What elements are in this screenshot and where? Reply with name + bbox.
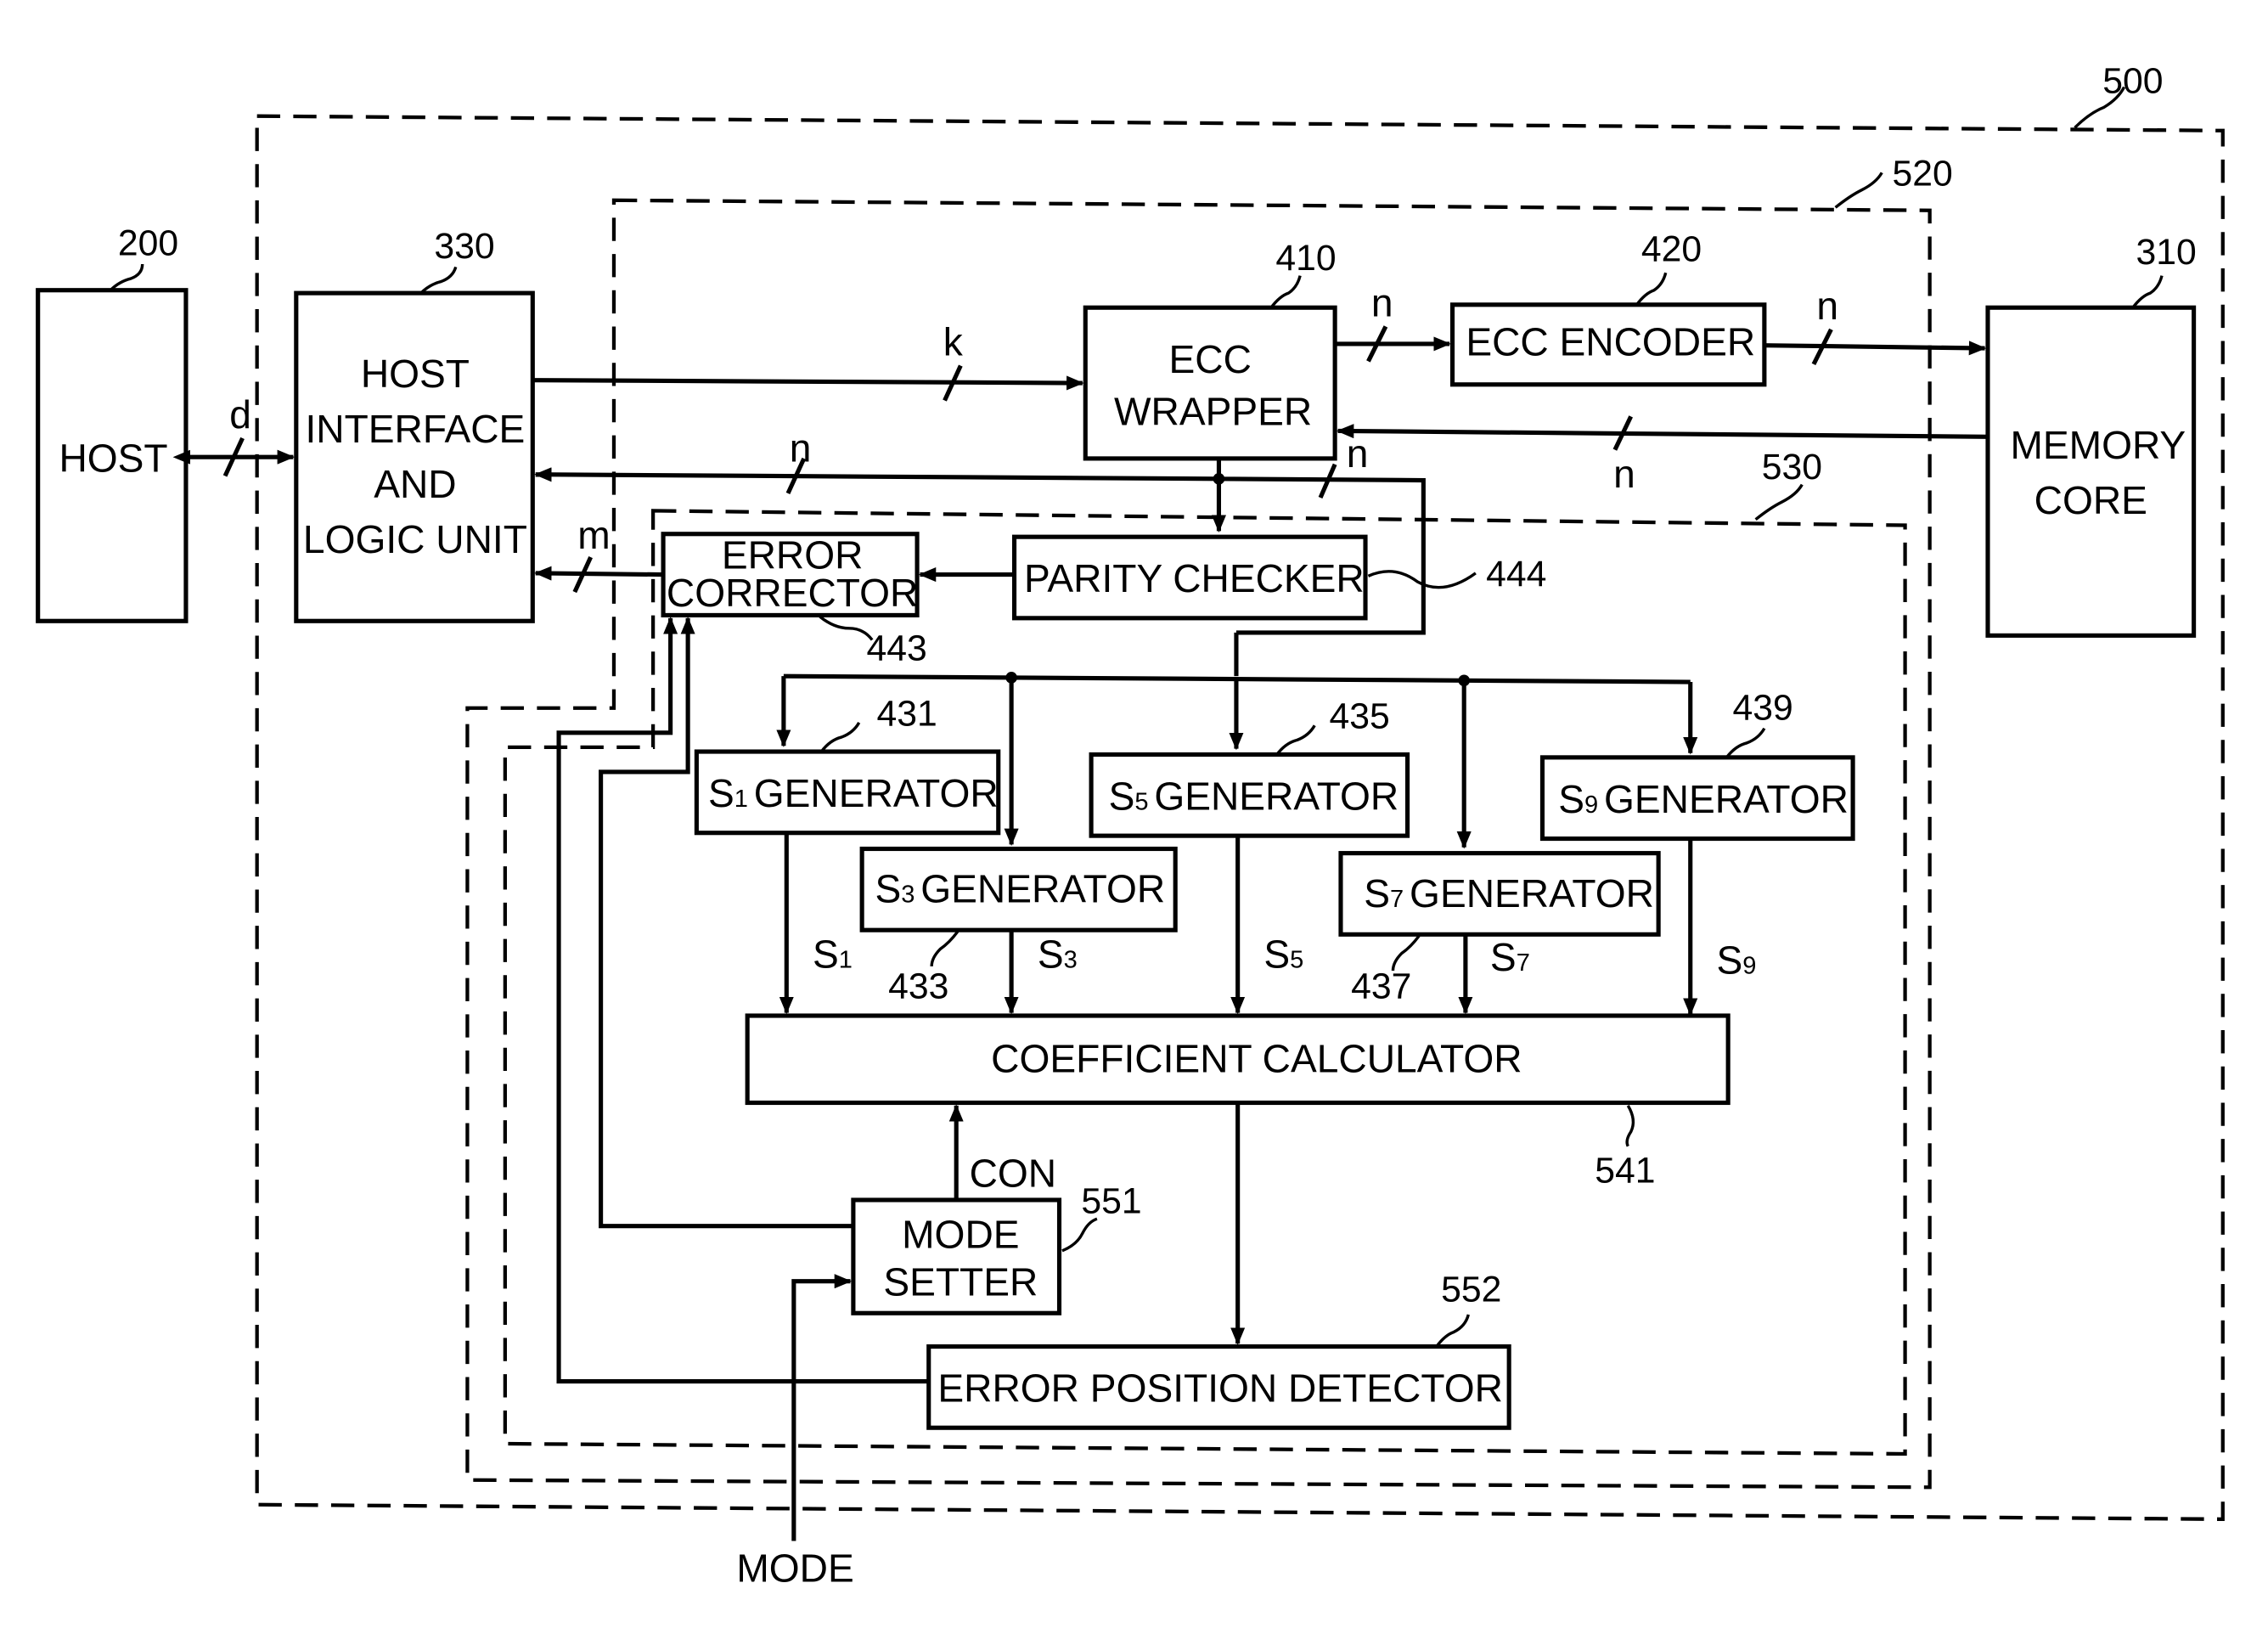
s3-sym: S xyxy=(875,867,902,911)
ecc-wrapper-line-1: ECC xyxy=(1169,337,1252,381)
ref-410: 410 xyxy=(1275,238,1336,279)
con-label: CON xyxy=(970,1152,1057,1196)
ref-200: 200 xyxy=(118,223,178,264)
s3-label: GENERATOR xyxy=(920,867,1165,911)
host-interface-line-1: HOST xyxy=(361,352,470,396)
s1-label: GENERATOR xyxy=(754,771,999,815)
svg-text:S3: S3 xyxy=(1038,932,1078,977)
bus-k-label: k xyxy=(943,320,964,364)
mode-setter-line-1: MODE xyxy=(902,1212,1019,1256)
ref-551: 551 xyxy=(1081,1180,1141,1221)
ref-437: 437 xyxy=(1351,966,1411,1006)
host-interface-line-3: AND xyxy=(374,462,456,506)
ref-431: 431 xyxy=(876,693,937,734)
coefficient-calculator-label: COEFFICIENT CALCULATOR xyxy=(991,1037,1522,1081)
error-position-detector-label: ERROR POSITION DETECTOR xyxy=(937,1366,1502,1410)
ref-439: 439 xyxy=(1733,687,1793,728)
host-block: HOST 200 xyxy=(36,223,189,623)
bus-m-label: m xyxy=(577,513,610,557)
ref-530: 530 xyxy=(1762,447,1822,487)
s9-generator-block: S9 GENERATOR 439 xyxy=(1539,687,1855,842)
s1-generator-block: S1 GENERATOR 431 xyxy=(694,693,1001,836)
memory-core-line-1: MEMORY xyxy=(2010,423,2186,467)
s5-sym: S xyxy=(1109,774,1135,818)
svg-text:S5: S5 xyxy=(1263,932,1303,977)
s5-signal: S xyxy=(1263,932,1290,977)
wire-con: CON xyxy=(948,1104,1057,1200)
ref-552: 552 xyxy=(1441,1270,1501,1310)
svg-text:S9: S9 xyxy=(1716,938,1756,982)
s7-idx: 7 xyxy=(1390,886,1404,913)
host-interface-block: HOST INTERFACE AND LOGIC UNIT 330 xyxy=(294,226,535,623)
s5-label: GENERATOR xyxy=(1154,774,1399,818)
ref-310: 310 xyxy=(2136,232,2197,273)
s3-idx: 3 xyxy=(901,882,915,909)
host-interface-line-2: INTERFACE xyxy=(305,407,525,451)
ecc-encoder-block: ECC ENCODER 420 xyxy=(1449,229,1767,387)
s5-idx: 5 xyxy=(1134,788,1148,815)
bus-wrapper-encoder: n xyxy=(1335,280,1451,363)
s3-signal-idx: 3 xyxy=(1064,947,1078,974)
host-label: HOST xyxy=(59,436,167,480)
s7-sym: S xyxy=(1364,871,1390,915)
s5-generator-block: S5 GENERATOR 435 xyxy=(1089,696,1410,838)
s9-label: GENERATOR xyxy=(1604,777,1849,821)
mode-setter-line-2: SETTER xyxy=(883,1260,1038,1304)
ref-420: 420 xyxy=(1641,229,1702,270)
memory-core-line-2: CORE xyxy=(2034,478,2147,522)
s7-signal: S xyxy=(1490,935,1517,979)
mode-label: MODE xyxy=(736,1546,853,1590)
host-interface-line-4: LOGIC UNIT xyxy=(303,517,527,561)
s9-signal-idx: 9 xyxy=(1742,952,1756,979)
s9-signal: S xyxy=(1716,938,1742,982)
bus-n-label: n xyxy=(1816,284,1838,328)
s9-sym: S xyxy=(1558,777,1584,821)
svg-text:S1: S1 xyxy=(813,932,853,977)
ecc-encoder-label: ECC ENCODER xyxy=(1466,320,1755,364)
bus-d-label: d xyxy=(229,392,251,437)
memory-core-block: MEMORY CORE 310 xyxy=(1985,232,2197,638)
s7-label: GENERATOR xyxy=(1410,871,1654,915)
bus-n-label: n xyxy=(790,425,812,470)
s7-generator-block: S7 GENERATOR 437 xyxy=(1338,851,1661,1006)
error-corrector-line-2: CORRECTOR xyxy=(667,571,918,615)
s9-idx: 9 xyxy=(1584,791,1598,819)
error-corrector-block: ERROR CORRECTOR 443 xyxy=(661,532,927,668)
mode-setter-block: MODE SETTER 551 xyxy=(851,1180,1142,1315)
s1-signal-idx: 1 xyxy=(839,947,853,974)
s3-signal: S xyxy=(1038,932,1064,977)
bus-n-label: n xyxy=(1347,431,1369,476)
ref-433: 433 xyxy=(888,966,948,1006)
s3-generator-block: S3 GENERATOR 433 xyxy=(859,846,1178,1006)
bus-m: m xyxy=(534,513,664,594)
ref-330: 330 xyxy=(434,226,494,267)
s1-idx: 1 xyxy=(734,786,748,813)
wire-mode: MODE xyxy=(736,1274,854,1590)
ref-443: 443 xyxy=(867,628,927,668)
bus-n-label: n xyxy=(1371,280,1393,324)
s5-signal-idx: 5 xyxy=(1290,947,1303,974)
svg-text:S7: S7 xyxy=(1490,935,1530,979)
bus-n-label: n xyxy=(1613,452,1635,496)
ref-500: 500 xyxy=(2102,60,2163,101)
ref-520: 520 xyxy=(1892,154,1952,194)
parity-checker-label: PARITY CHECKER xyxy=(1024,556,1365,600)
bus-memory-wrapper: n xyxy=(1336,415,1989,496)
s1-signal: S xyxy=(813,932,839,977)
bus-d: d xyxy=(172,392,295,477)
ecc-wrapper-block: ECC WRAPPER 410 xyxy=(1083,238,1337,461)
ecc-block-diagram: 500 520 530 HOST 200 HOST INTERFACE AND … xyxy=(36,60,2225,1590)
ref-435: 435 xyxy=(1330,696,1390,737)
ref-541: 541 xyxy=(1595,1150,1655,1191)
s7-signal-idx: 7 xyxy=(1517,949,1530,977)
bus-encoder-memory: n xyxy=(1764,284,1987,365)
s1-sym: S xyxy=(708,771,734,815)
ref-444: 444 xyxy=(1486,554,1546,594)
parity-checker-block: PARITY CHECKER 444 xyxy=(1011,534,1546,621)
ecc-wrapper-line-2: WRAPPER xyxy=(1114,390,1312,434)
